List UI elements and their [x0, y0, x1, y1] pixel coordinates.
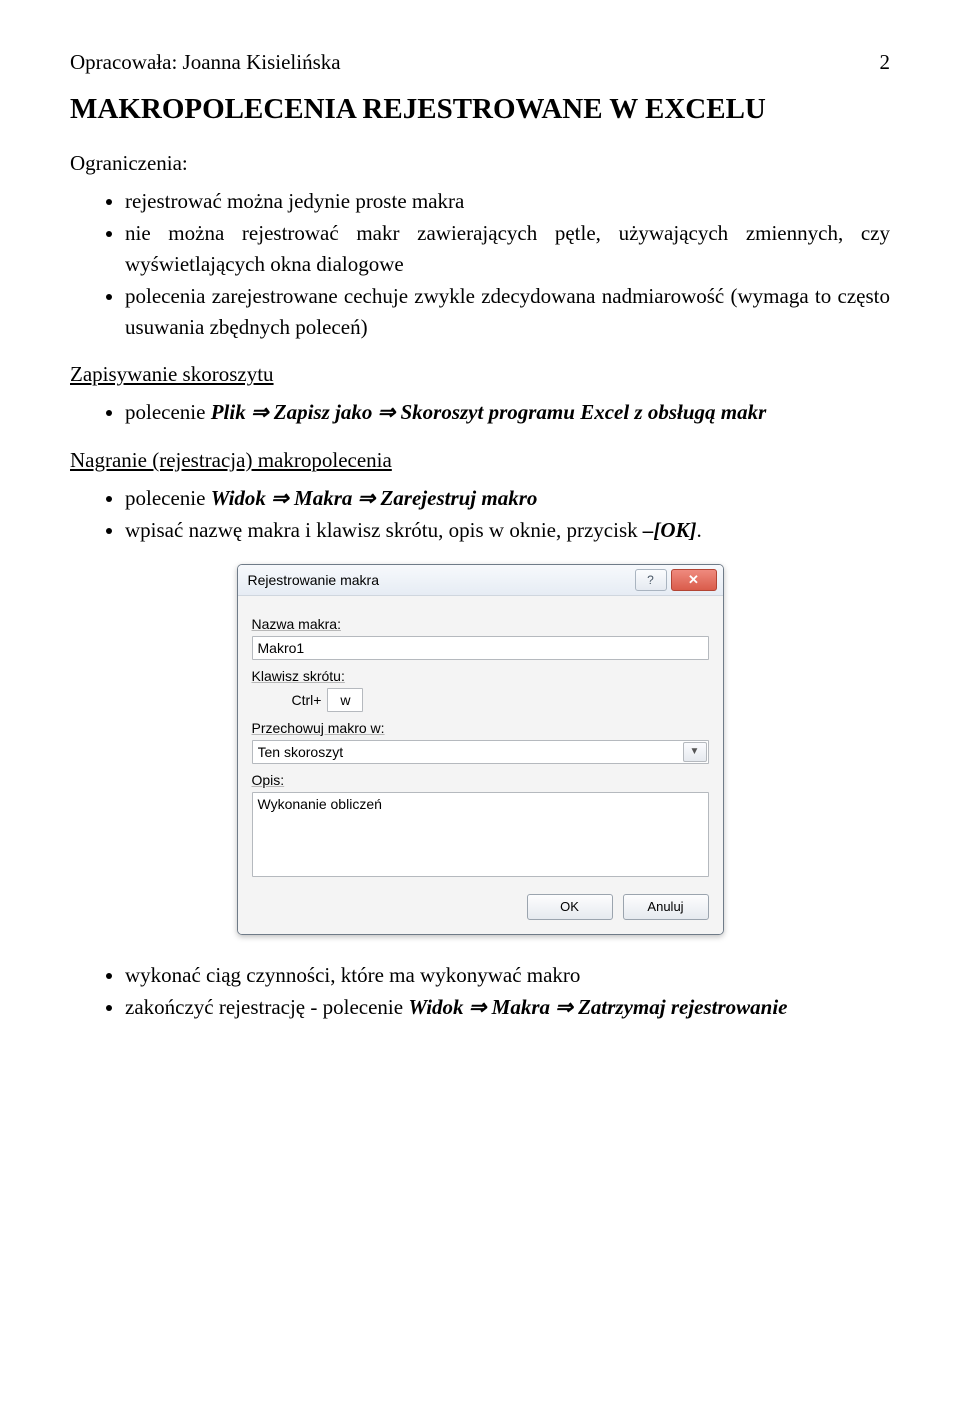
store-select[interactable]	[252, 740, 709, 764]
list-item: polecenie Widok ⇒ Makra ⇒ Zarejestruj ma…	[125, 483, 890, 513]
record-list: polecenie Widok ⇒ Makra ⇒ Zarejestruj ma…	[70, 483, 890, 546]
page: Opracowała: Joanna Kisielińska 2 MAKROPO…	[0, 0, 960, 1080]
save-list: polecenie Plik ⇒ Zapisz jako ⇒ Skoroszyt…	[70, 397, 890, 427]
limitations-list: rejestrować można jedynie proste makra n…	[70, 186, 890, 342]
list-item: wykonać ciąg czynności, które ma wykonyw…	[125, 960, 890, 990]
chevron-down-icon[interactable]: ▼	[683, 742, 707, 762]
dialog-title: Rejestrowanie makra	[248, 572, 380, 588]
shortcut-row: Ctrl+	[292, 688, 709, 712]
ok-ref: –[OK]	[643, 518, 697, 542]
record-heading: Nagranie (rejestracja) makropolecenia	[70, 448, 890, 473]
dialog-footer: OK Anuluj	[252, 894, 709, 920]
author-line: Opracowała: Joanna Kisielińska	[70, 50, 341, 75]
close-button[interactable]: ✕	[671, 569, 717, 591]
text: polecenie	[125, 400, 211, 424]
ok-button[interactable]: OK	[527, 894, 613, 920]
record-macro-dialog: Rejestrowanie makra ? ✕ Nazwa makra: Kla…	[237, 564, 724, 935]
menu-path: Widok ⇒ Makra ⇒ Zatrzymaj rejestrowanie	[408, 995, 787, 1019]
store-label: Przechowuj makro w:	[252, 720, 709, 736]
dialog-body: Nazwa makra: Klawisz skrótu: Ctrl+ Przec…	[238, 596, 723, 934]
menu-path: Widok ⇒ Makra ⇒ Zarejestruj makro	[211, 486, 538, 510]
list-item: polecenia zarejestrowane cechuje zwykle …	[125, 281, 890, 342]
after-list: wykonać ciąg czynności, które ma wykonyw…	[70, 960, 890, 1023]
help-button[interactable]: ?	[635, 569, 667, 591]
list-item: nie można rejestrować makr zawierających…	[125, 218, 890, 279]
text: wpisać nazwę makra i klawisz skrótu, opi…	[125, 518, 643, 542]
list-item: wpisać nazwę makra i klawisz skrótu, opi…	[125, 515, 890, 545]
description-textarea[interactable]	[252, 792, 709, 877]
text: polecenie	[125, 486, 211, 510]
close-icon: ✕	[688, 572, 699, 588]
dialog-titlebar[interactable]: Rejestrowanie makra ? ✕	[238, 565, 723, 596]
page-number: 2	[880, 50, 891, 75]
list-item: rejestrować można jedynie proste makra	[125, 186, 890, 216]
macro-name-input[interactable]	[252, 636, 709, 660]
page-title: MAKROPOLECENIA REJESTROWANE W EXCELU	[70, 93, 890, 126]
list-item: zakończyć rejestrację - polecenie Widok …	[125, 992, 890, 1022]
help-icon: ?	[647, 573, 654, 587]
limitations-heading: Ograniczenia:	[70, 151, 890, 176]
macro-name-label: Nazwa makra:	[252, 616, 709, 632]
save-heading: Zapisywanie skoroszytu	[70, 362, 890, 387]
shortcut-key-input[interactable]	[327, 688, 363, 712]
menu-path: Plik ⇒ Zapisz jako ⇒ Skoroszyt programu …	[211, 400, 767, 424]
cancel-button[interactable]: Anuluj	[623, 894, 709, 920]
titlebar-buttons: ? ✕	[635, 569, 717, 591]
list-item: polecenie Plik ⇒ Zapisz jako ⇒ Skoroszyt…	[125, 397, 890, 427]
shortcut-label: Klawisz skrótu:	[252, 668, 709, 684]
page-header: Opracowała: Joanna Kisielińska 2	[70, 50, 890, 75]
store-select-wrap: ▼	[252, 740, 709, 764]
text: .	[697, 518, 702, 542]
description-label: Opis:	[252, 772, 709, 788]
ctrl-label: Ctrl+	[292, 692, 322, 708]
text: zakończyć rejestrację - polecenie	[125, 995, 408, 1019]
